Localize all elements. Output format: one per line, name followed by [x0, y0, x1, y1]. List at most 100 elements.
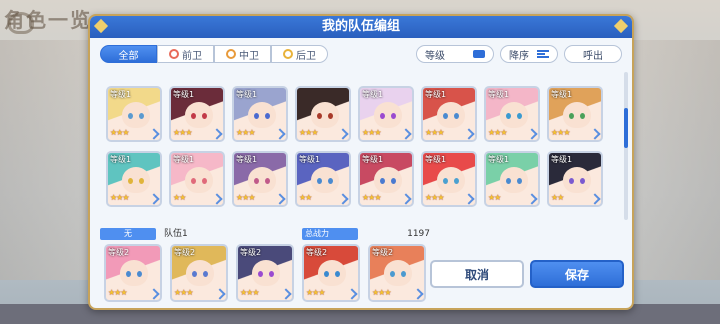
- character-portrait: [374, 167, 402, 193]
- character-eye: [254, 113, 259, 119]
- character-eye: [137, 271, 142, 277]
- character-portrait: [185, 167, 213, 193]
- character-level: 等级2: [108, 248, 130, 257]
- star-rating: ★★★: [362, 128, 381, 137]
- character-roster-grid: 等级1 ★★★ 等级1 ★★★ 等级1 ★★★ ★★★ 等级1 ★★★ 等级1 ★★★ 等级1 ★★★ 等…: [106, 70, 622, 224]
- team-member-card[interactable]: 等级2 ★★★: [104, 244, 162, 302]
- filter-tab-back[interactable]: 后卫: [271, 45, 328, 63]
- character-card[interactable]: 等级1 ★★★: [358, 86, 414, 142]
- header-left-diamond-icon: [93, 18, 109, 34]
- star-rating: ★★★: [425, 193, 444, 202]
- character-card[interactable]: 等级1 ★★★: [106, 151, 162, 207]
- character-eye: [126, 271, 131, 277]
- sort-by-button[interactable]: 等级: [416, 45, 494, 63]
- filter-tab-middle[interactable]: 中卫: [214, 45, 271, 63]
- character-eye: [517, 113, 522, 119]
- filter-tab-label: 全部: [118, 50, 139, 62]
- star-rating: ★★: [551, 193, 564, 202]
- character-eye: [380, 178, 385, 184]
- team-info-bar: 无 队伍1 总战力 1197: [100, 228, 430, 242]
- filter-tab-label: 前卫: [182, 50, 202, 62]
- character-card[interactable]: 等级1 ★★★: [358, 151, 414, 207]
- character-portrait: [500, 167, 528, 193]
- character-portrait: [248, 167, 276, 193]
- character-card[interactable]: 等级1 ★★★: [421, 86, 477, 142]
- dialog-title: 我的队伍编组: [321, 19, 400, 34]
- team-name: 队伍1: [164, 229, 188, 239]
- character-level: 等级1: [110, 90, 132, 99]
- total-power-value: 1197: [407, 229, 430, 239]
- team-member-card[interactable]: 等级2 ★★★: [368, 244, 426, 302]
- sort-order-icon: [537, 50, 549, 58]
- character-card[interactable]: 等级1 ★★★: [106, 86, 162, 142]
- sort-order-label: 降序: [509, 50, 529, 62]
- character-level: 等级1: [425, 90, 447, 99]
- filter-tab-all[interactable]: 全部: [100, 45, 157, 63]
- character-portrait: [185, 102, 213, 128]
- character-eye: [443, 178, 448, 184]
- character-card[interactable]: 等级1 ★★: [484, 151, 540, 207]
- roster-scroll-thumb[interactable]: [624, 108, 628, 148]
- character-portrait: [120, 260, 148, 286]
- team-member-card[interactable]: 等级2 ★★★: [302, 244, 360, 302]
- star-rating: ★★★: [299, 128, 318, 137]
- character-eye: [324, 271, 329, 277]
- character-eye: [506, 113, 511, 119]
- rank-arrow-icon: [280, 288, 292, 300]
- star-rating: ★★★: [240, 288, 259, 297]
- rank-arrow-icon: [274, 193, 286, 205]
- character-level: 等级1: [425, 155, 447, 164]
- rank-arrow-icon: [148, 288, 160, 300]
- rank-arrow-icon: [211, 128, 223, 140]
- character-portrait: [252, 260, 280, 286]
- character-eye: [443, 113, 448, 119]
- character-portrait: [563, 167, 591, 193]
- character-card[interactable]: ★★★: [295, 86, 351, 142]
- star-rating: ★★★: [236, 128, 255, 137]
- character-card[interactable]: 等级1 ★★★: [547, 86, 603, 142]
- rank-arrow-icon: [463, 128, 475, 140]
- character-portrait: [374, 102, 402, 128]
- roster-scrollbar[interactable]: [624, 72, 628, 220]
- rank-arrow-icon: [412, 288, 424, 300]
- character-card[interactable]: 等级1 ★★★: [484, 86, 540, 142]
- dialog-header: 我的队伍编组: [90, 16, 632, 38]
- star-rating: ★★★: [362, 193, 381, 202]
- rank-arrow-icon: [346, 288, 358, 300]
- character-card[interactable]: 等级1 ★★★: [169, 86, 225, 142]
- character-eye: [265, 113, 270, 119]
- character-card[interactable]: 等级1 ★★: [169, 151, 225, 207]
- star-rating: ★★: [488, 193, 501, 202]
- star-rating: ★★★: [306, 288, 325, 297]
- cancel-button[interactable]: 取消: [430, 260, 524, 288]
- save-button[interactable]: 保存: [530, 260, 624, 288]
- team-member-card[interactable]: 等级2 ★★★: [170, 244, 228, 302]
- character-level: 等级1: [488, 155, 510, 164]
- character-portrait: [122, 167, 150, 193]
- character-card[interactable]: 等级1 ★★★: [232, 86, 288, 142]
- star-rating: ★★★: [173, 128, 192, 137]
- team-member-card[interactable]: 等级2 ★★★: [236, 244, 294, 302]
- character-eye: [335, 271, 340, 277]
- background-left-panel: [0, 40, 88, 280]
- character-eye: [254, 178, 259, 184]
- rank-arrow-icon: [148, 193, 160, 205]
- call-out-button[interactable]: 呼出: [564, 45, 622, 63]
- character-level: 等级1: [236, 90, 258, 99]
- character-eye: [202, 113, 207, 119]
- character-eye: [380, 113, 385, 119]
- star-rating: ★★★: [372, 288, 391, 297]
- character-eye: [569, 178, 574, 184]
- filter-tab-front[interactable]: 前卫: [157, 45, 214, 63]
- character-card[interactable]: 等级1 ★★: [547, 151, 603, 207]
- character-card[interactable]: 等级1 ★★★: [232, 151, 288, 207]
- character-card[interactable]: 等级1 ★★: [295, 151, 351, 207]
- character-portrait: [186, 260, 214, 286]
- character-eye: [191, 113, 196, 119]
- sort-order-button[interactable]: 降序: [500, 45, 558, 63]
- rank-arrow-icon: [274, 128, 286, 140]
- character-portrait: [122, 102, 150, 128]
- character-level: 等级1: [362, 90, 384, 99]
- character-card[interactable]: 等级1 ★★★: [421, 151, 477, 207]
- front-position-icon: [169, 49, 179, 59]
